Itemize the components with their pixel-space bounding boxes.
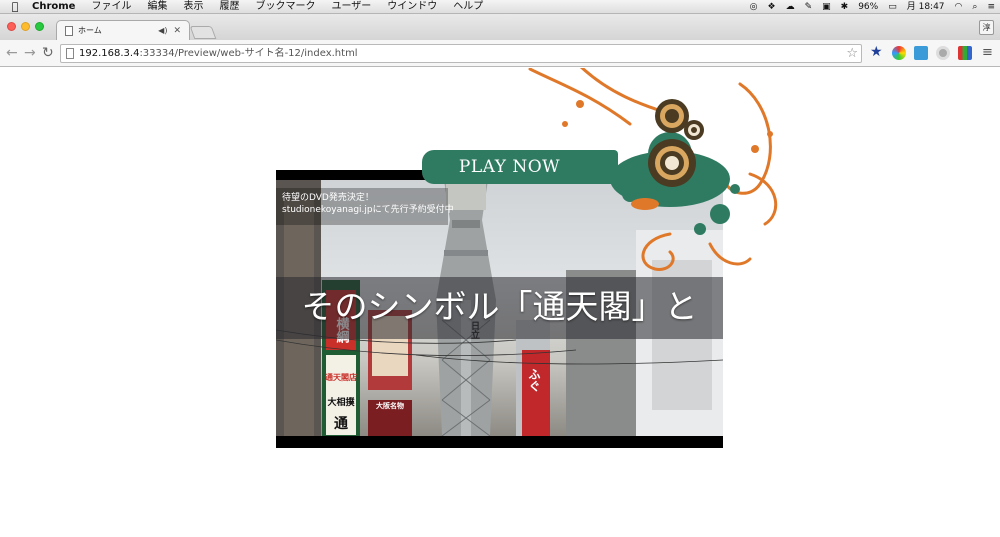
bluetooth-icon[interactable]: ✱ — [836, 0, 854, 14]
macos-menubar:  Chrome ファイル 編集 表示 履歴 ブックマーク ユーザー ウインドウ… — [0, 0, 1000, 14]
status-area: ◎ ❖ ☁ ✎ ▣ ✱ 96% ▭ 月 18:47 ◠ ⌕ ≡ — [745, 0, 1000, 14]
dropbox-icon[interactable]: ❖ — [763, 0, 781, 14]
evernote-icon[interactable]: ✎ — [800, 0, 818, 14]
tab-close-icon[interactable]: ✕ — [173, 26, 181, 36]
clock[interactable]: 月 18:47 — [902, 0, 950, 14]
shop-sign-text: 大相撲 — [327, 396, 355, 408]
video-notice-line-2: studionekoyanagi.jpにて先行予約受付中 — [282, 205, 454, 215]
status-circle-icon[interactable]: ◎ — [745, 0, 763, 14]
url-host: 192.168.3.4 — [79, 48, 140, 59]
new-tab-button[interactable] — [189, 26, 217, 39]
menu-file[interactable]: ファイル — [83, 0, 139, 14]
zoom-window-button[interactable] — [35, 22, 44, 31]
bookmarks-star-extension-icon[interactable]: ★ — [870, 45, 884, 59]
play-now-label[interactable]: PLAY NOW — [422, 156, 597, 178]
audio-playing-icon[interactable]: ◀) — [158, 26, 167, 35]
tab-title: ホーム — [78, 26, 102, 35]
reload-icon[interactable]: ↻ — [42, 45, 54, 61]
forward-arrow-icon[interactable]: → — [24, 45, 36, 61]
wifi-icon[interactable]: ◠ — [950, 0, 968, 14]
app-menu[interactable]: Chrome — [30, 0, 83, 14]
page-favicon-icon — [65, 25, 73, 36]
menu-history[interactable]: 履歴 — [211, 0, 247, 14]
home-extension-icon[interactable] — [914, 46, 928, 60]
shop-sign-text: ふぐ — [527, 368, 541, 392]
menu-help[interactable]: ヘルプ — [445, 0, 491, 14]
chrome-menu-icon[interactable]: ≡ — [982, 45, 993, 61]
cloud-icon[interactable]: ☁ — [781, 0, 800, 14]
notification-center-icon[interactable]: ≡ — [982, 0, 1000, 14]
multicolor-extension-icon[interactable] — [958, 46, 972, 60]
spotlight-icon[interactable]: ⌕ — [967, 0, 982, 14]
menu-user[interactable]: ユーザー — [323, 0, 379, 14]
menu-view[interactable]: 表示 — [175, 0, 211, 14]
menu-edit[interactable]: 編集 — [139, 0, 175, 14]
battery-icon[interactable]: ▭ — [883, 0, 902, 14]
address-bar[interactable]: 192.168.3.4:33334/Preview/web-サイト名-12/in… — [60, 44, 862, 63]
browser-toolbar: ← → ↻ 192.168.3.4:33334/Preview/web-サイト名… — [0, 40, 1000, 67]
video-subtitle: そのシンボル「通天閣」と — [301, 287, 698, 326]
battery-percent[interactable]: 96% — [853, 0, 883, 14]
speech-icon[interactable]: ▣ — [817, 0, 836, 14]
video-notice-line-1: 待望のDVD発売決定！ — [282, 193, 374, 203]
bookmark-star-icon[interactable]: ☆ — [846, 45, 858, 62]
menu-bookmarks[interactable]: ブックマーク — [247, 0, 323, 14]
circle-extension-icon[interactable] — [936, 46, 950, 60]
web-page: 横綱通天閣店大相撲通大阪名物日立ふぐ 待望のDVD発売決定！ studionek… — [0, 68, 1000, 537]
menu-window[interactable]: ウインドウ — [379, 0, 445, 14]
shop-sign-text: 通 — [334, 416, 348, 432]
profile-button[interactable]: 淳 — [979, 20, 994, 35]
video-notice: 待望のDVD発売決定！ studionekoyanagi.jpにて先行予約受付中 — [276, 188, 454, 225]
tab-home[interactable]: ホーム ◀) ✕ — [56, 20, 190, 40]
close-window-button[interactable] — [7, 22, 16, 31]
shop-sign-text: 通天閣店 — [325, 372, 357, 382]
back-arrow-icon[interactable]: ← — [6, 45, 18, 61]
shop-sign-text: 大阪名物 — [376, 401, 404, 410]
page-info-icon[interactable] — [66, 48, 74, 59]
apple-menu-icon[interactable]:  — [0, 0, 30, 13]
color-picker-extension-icon[interactable] — [892, 46, 906, 60]
url-path: :33334/Preview/web-サイト名-12/index.html — [139, 48, 358, 59]
minimize-window-button[interactable] — [21, 22, 30, 31]
tab-strip: ホーム ◀) ✕ 淳 — [0, 14, 1000, 40]
